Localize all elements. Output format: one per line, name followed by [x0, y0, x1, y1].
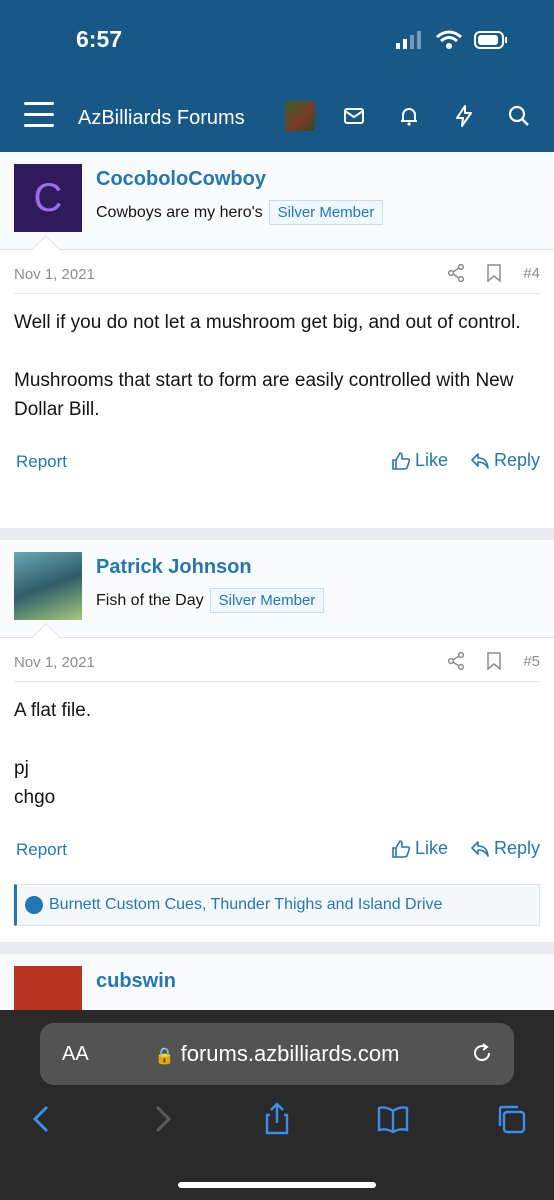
post-actions: Report Like Reply: [14, 826, 540, 876]
nav-bar: AzBilliards Forums: [0, 96, 554, 140]
share-icon[interactable]: [447, 264, 465, 282]
report-link[interactable]: Report: [16, 452, 67, 472]
username[interactable]: Patrick Johnson: [96, 556, 252, 579]
post-author: cubswin: [0, 954, 554, 1010]
wifi-icon: [436, 30, 462, 49]
home-indicator: [178, 1182, 376, 1188]
reload-icon[interactable]: [470, 1041, 494, 1065]
top-bar: 6:57 AzBilliards Forums: [0, 0, 554, 152]
search-icon[interactable]: [507, 104, 531, 128]
reply-button[interactable]: Reply: [470, 838, 540, 859]
user-avatar[interactable]: [285, 101, 315, 131]
inbox-icon[interactable]: [342, 104, 366, 128]
forward-icon[interactable]: [144, 1102, 178, 1136]
signal-icon: [396, 31, 421, 49]
likes-list[interactable]: Burnett Custom Cues, Thunder Thighs and …: [49, 896, 442, 914]
avatar[interactable]: [14, 552, 82, 620]
like-label: Like: [414, 450, 448, 470]
username[interactable]: CocoboloCowboy: [96, 168, 266, 191]
post-actions: Report Like Reply: [14, 438, 540, 488]
post-meta: Nov 1, 2021 #5: [14, 638, 540, 682]
like-label: Like: [414, 838, 448, 858]
bolt-icon[interactable]: [452, 104, 476, 128]
likes-bar[interactable]: Burnett Custom Cues, Thunder Thighs and …: [14, 884, 540, 926]
post-author: Patrick Johnson Fish of the Day Silver M…: [0, 540, 554, 652]
url-display[interactable]: 🔒 forums.azbilliards.com: [40, 1041, 514, 1067]
thumbs-up-icon: [392, 451, 411, 470]
member-badge: Silver Member: [209, 588, 325, 613]
user-title-row: Cowboys are my hero's Silver Member: [96, 200, 384, 225]
reply-icon: [471, 840, 489, 857]
back-icon[interactable]: [26, 1102, 60, 1136]
browser-toolbar: AA 🔒 forums.azbilliards.com: [0, 1010, 554, 1200]
like-badge-icon: [25, 896, 43, 914]
post-body: A flat file. pj chgo: [0, 682, 554, 826]
site-title[interactable]: AzBilliards Forums: [78, 107, 245, 130]
bookmark-icon[interactable]: [487, 652, 502, 670]
bookmark-icon[interactable]: [487, 264, 502, 282]
report-link[interactable]: Report: [16, 840, 67, 860]
user-title-row: Fish of the Day Silver Member: [96, 588, 325, 613]
like-button[interactable]: Like: [391, 838, 448, 859]
post-line: A flat file.: [14, 700, 92, 721]
reply-icon: [471, 452, 489, 469]
like-button[interactable]: Like: [391, 450, 448, 471]
reply-label: Reply: [493, 450, 540, 470]
post-line: pj: [14, 758, 29, 779]
post-date[interactable]: Nov 1, 2021: [14, 266, 95, 283]
post-number[interactable]: #4: [523, 265, 540, 282]
post-author: C CocoboloCowboy Cowboys are my hero's S…: [0, 152, 554, 264]
post-action-buttons: Like Reply: [391, 450, 540, 471]
post-action-buttons: Like Reply: [391, 838, 540, 859]
address-bar[interactable]: AA 🔒 forums.azbilliards.com: [40, 1023, 514, 1085]
post-body: Well if you do not let a mushroom get bi…: [0, 294, 554, 424]
share-icon[interactable]: [447, 652, 465, 670]
reply-button[interactable]: Reply: [470, 450, 540, 471]
battery-icon: [474, 31, 507, 49]
menu-icon[interactable]: [24, 102, 54, 128]
member-badge: Silver Member: [268, 200, 384, 225]
thumbs-up-icon: [392, 839, 411, 858]
username[interactable]: cubswin: [96, 970, 176, 993]
post: cubswin: [0, 954, 554, 1010]
bell-icon[interactable]: [397, 104, 421, 128]
post-meta-icons: #4: [447, 264, 540, 282]
status-icons: [396, 30, 508, 50]
post-number[interactable]: #5: [523, 653, 540, 670]
post-spacer: [14, 725, 540, 754]
avatar[interactable]: [14, 966, 82, 1010]
post: C CocoboloCowboy Cowboys are my hero's S…: [0, 152, 554, 528]
user-title: Fish of the Day: [96, 591, 204, 609]
post: Patrick Johnson Fish of the Day Silver M…: [0, 540, 554, 942]
post-paragraph: Mushrooms that start to form are easily …: [14, 370, 514, 420]
post-meta: Nov 1, 2021 #4: [14, 250, 540, 294]
reply-label: Reply: [493, 838, 540, 858]
post-line: chgo: [14, 787, 56, 808]
lock-icon: 🔒: [154, 1048, 175, 1065]
tabs-icon[interactable]: [494, 1102, 528, 1136]
post-meta-icons: #5: [447, 652, 540, 670]
post-date[interactable]: Nov 1, 2021: [14, 654, 95, 671]
share-sheet-icon[interactable]: [260, 1102, 294, 1136]
user-title: Cowboys are my hero's: [96, 203, 263, 221]
status-time: 6:57: [76, 26, 123, 52]
bookmarks-icon[interactable]: [376, 1102, 410, 1136]
post-paragraph: Well if you do not let a mushroom get bi…: [14, 312, 521, 333]
avatar[interactable]: C: [14, 164, 82, 232]
url-text: forums.azbilliards.com: [180, 1041, 400, 1066]
